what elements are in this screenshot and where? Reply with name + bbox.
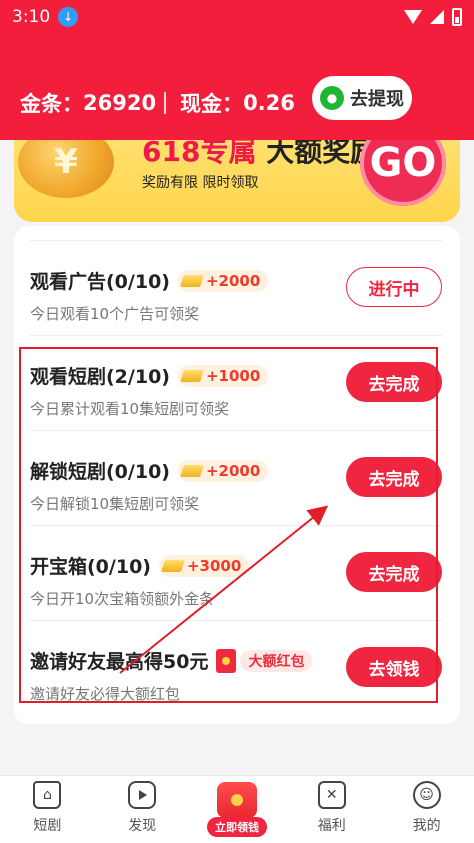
- nav-label: 发现: [128, 818, 157, 834]
- task-title-text: 邀请好友最高得50元: [30, 651, 209, 673]
- home-icon: ⌂: [33, 781, 62, 809]
- nav-label: 立即领钱: [206, 817, 267, 837]
- task-title-text: 观看广告(0/10): [30, 271, 170, 293]
- battery-icon: [452, 8, 462, 26]
- withdraw-button[interactable]: ● 去提现: [312, 76, 412, 120]
- nav-item-profile[interactable]: ☺ 我的: [379, 776, 474, 843]
- task-title: 开宝箱(0/10) +3000: [30, 552, 250, 579]
- task-title: 解锁短剧(0/10) +2000: [30, 457, 269, 484]
- nav-item-drama[interactable]: ⌂ 短剧: [0, 776, 95, 843]
- task-title-text: 观看短剧(2/10): [30, 366, 170, 388]
- cash-value: 0.26: [243, 91, 295, 115]
- reward-amount: +1000: [205, 366, 261, 385]
- task-row-invite-friends: 邀请好友最高得50元 大额红包 邀请好友必得大额红包 去领钱: [30, 621, 442, 716]
- reward-amount: +2000: [205, 271, 261, 290]
- reward-badge: +1000: [177, 364, 269, 387]
- status-bar: 3:10 ↓: [12, 6, 462, 28]
- nav-label: 福利: [317, 818, 346, 834]
- balance-summary: 金条： 26920 现金： 0.26: [20, 88, 295, 118]
- download-icon: ↓: [58, 7, 79, 27]
- task-page: ¥ 618专属 大额奖励 奖励有限 限时领取 GO 3:10 ↓ 金条： 269…: [0, 0, 474, 843]
- gold-bar-icon: [161, 559, 185, 572]
- nav-item-welfare[interactable]: ✕ 福利: [284, 776, 379, 843]
- gift-icon: ✕: [317, 781, 346, 809]
- task-description: 今日观看10个广告可领奖: [30, 305, 200, 323]
- gold-bar-icon: [180, 464, 204, 477]
- bottom-nav: ⌂ 短剧 发现 立即领钱 ✕ 福利 ☺ 我的: [0, 775, 474, 843]
- task-row-unlock-drama: 解锁短剧(0/10) +2000 今日解锁10集短剧可领奖 去完成: [30, 431, 442, 526]
- task-row-open-chest: 开宝箱(0/10) +3000 今日开10次宝箱领额外金条 去完成: [30, 526, 442, 621]
- big-red-packet-tag: 大额红包: [240, 649, 313, 672]
- wechat-icon: ●: [320, 86, 344, 110]
- status-time: 3:10: [12, 7, 51, 27]
- complete-button[interactable]: 去完成: [346, 552, 442, 592]
- task-row-watch-ads: 观看广告(0/10) +2000 今日观看10个广告可领奖 进行中: [30, 241, 442, 336]
- red-envelope-icon: [216, 648, 237, 673]
- withdraw-label: 去提现: [350, 89, 404, 110]
- reward-badge: +2000: [177, 459, 269, 482]
- in-progress-button[interactable]: 进行中: [346, 267, 442, 307]
- task-title: 观看广告(0/10) +2000: [30, 267, 269, 294]
- task-description: 今日开10次宝箱领额外金条: [30, 590, 215, 608]
- reward-amount: +2000: [205, 461, 261, 480]
- nav-item-claim-money[interactable]: 立即领钱: [190, 776, 285, 843]
- cash-label: 现金：: [180, 92, 244, 116]
- gold-bar-icon: [180, 369, 204, 382]
- task-title: 邀请好友最高得50元 大额红包: [30, 647, 313, 674]
- claim-money-button[interactable]: 去领钱: [346, 647, 442, 687]
- red-envelope-icon: [216, 782, 257, 818]
- signal-icon: [430, 10, 444, 24]
- reward-badge: +2000: [177, 269, 269, 292]
- nav-item-discover[interactable]: 发现: [95, 776, 190, 843]
- divider: [164, 92, 167, 114]
- task-row-watch-drama: 观看短剧(2/10) +1000 今日累计观看10集短剧可领奖 去完成: [30, 336, 442, 431]
- task-description: 邀请好友必得大额红包: [30, 685, 181, 703]
- play-icon: [128, 781, 157, 809]
- profile-icon: ☺: [412, 781, 441, 809]
- complete-button[interactable]: 去完成: [346, 457, 442, 497]
- task-list: 观看广告(0/10) +2000 今日观看10个广告可领奖 进行中 观看短剧(2…: [14, 226, 460, 724]
- gold-value: 26920: [83, 91, 157, 115]
- complete-button[interactable]: 去完成: [346, 362, 442, 402]
- status-icons: [404, 8, 462, 26]
- banner-subtitle: 奖励有限 限时领取: [142, 175, 259, 191]
- task-title-text: 开宝箱(0/10): [30, 556, 151, 578]
- header: 3:10 ↓ 金条： 26920 现金： 0.26 ● 去提现: [0, 0, 474, 140]
- nav-label: 我的: [412, 818, 441, 834]
- reward-badge: +3000: [158, 554, 250, 577]
- task-description: 今日累计观看10集短剧可领奖: [30, 400, 230, 418]
- wifi-icon: [404, 10, 422, 24]
- gold-label: 金条：: [20, 92, 83, 116]
- gold-bar-icon: [180, 274, 204, 287]
- task-description: 今日解锁10集短剧可领奖: [30, 495, 200, 513]
- task-title: 观看短剧(2/10) +1000: [30, 362, 269, 389]
- nav-label: 短剧: [33, 818, 62, 834]
- reward-amount: +3000: [186, 556, 242, 575]
- task-title-text: 解锁短剧(0/10): [30, 461, 170, 483]
